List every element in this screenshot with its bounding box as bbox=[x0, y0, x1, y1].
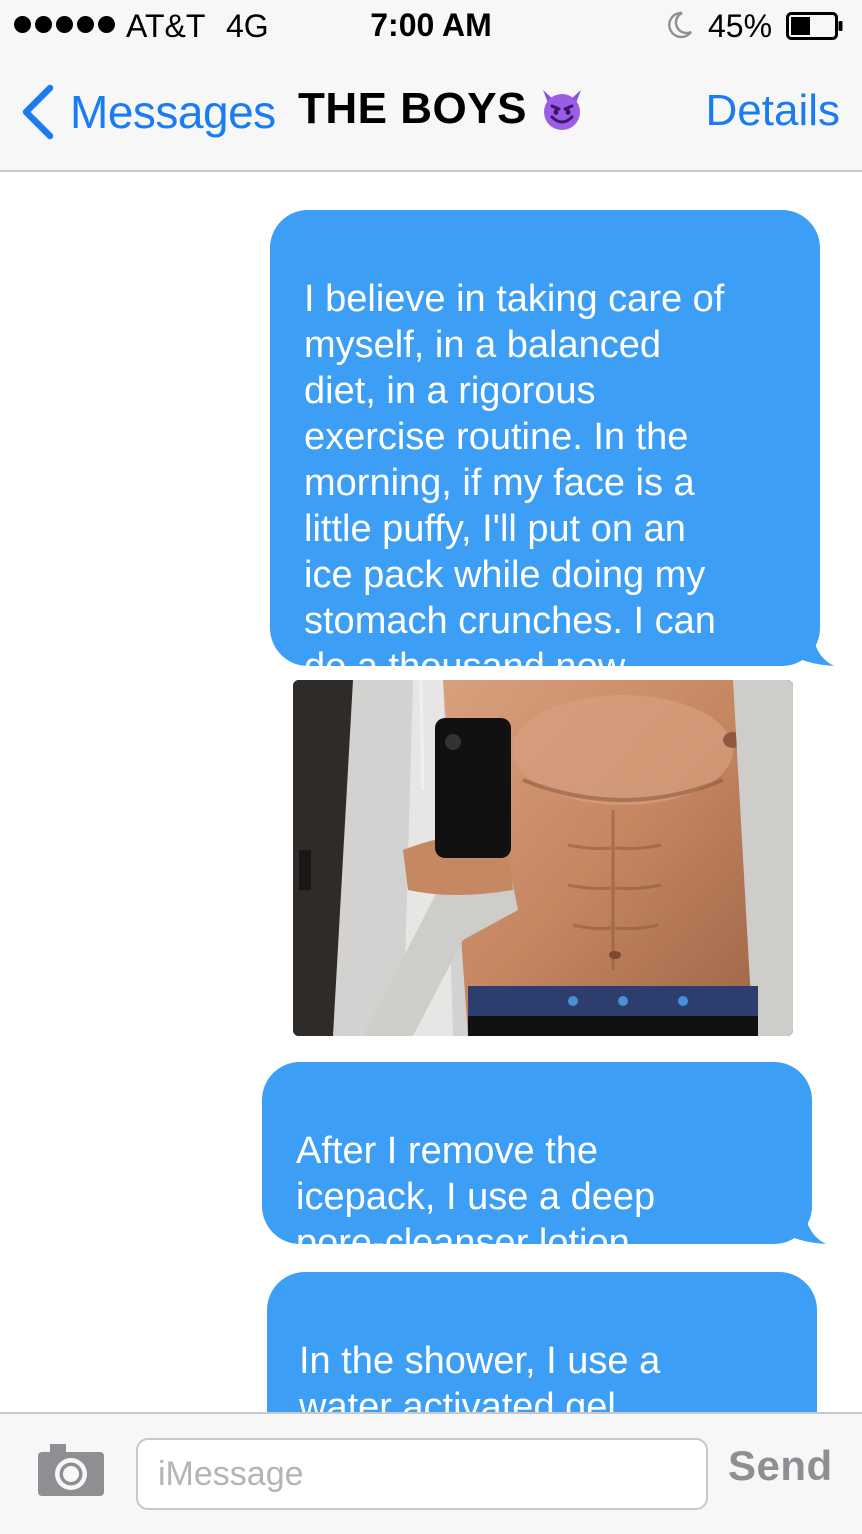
back-label: Messages bbox=[70, 86, 276, 138]
conversation-title[interactable]: THE BOYS bbox=[298, 84, 585, 134]
messages-screen: AT&T 4G 7:00 AM 45% Messages THE BOYS De… bbox=[0, 0, 862, 1534]
message-bubble[interactable]: I believe in taking care of myself, in a… bbox=[270, 210, 834, 688]
details-button[interactable]: Details bbox=[706, 86, 841, 136]
smiling-devil-icon bbox=[542, 90, 581, 130]
conversation-thread[interactable]: I believe in taking care of myself, in a… bbox=[0, 172, 862, 1412]
input-bar: Send bbox=[0, 1412, 862, 1534]
message-bubble[interactable]: In the shower, I use a water activated g… bbox=[267, 1272, 817, 1412]
message-text: In the shower, I use a water activated g… bbox=[299, 1340, 661, 1412]
nav-bar: Messages THE BOYS Details bbox=[0, 52, 862, 172]
chevron-left-icon bbox=[22, 84, 54, 140]
message-input[interactable] bbox=[136, 1438, 708, 1510]
conversation-title-text: THE BOYS bbox=[298, 84, 527, 133]
message-text: After I remove the icepack, I use a deep… bbox=[296, 1130, 656, 1264]
back-button[interactable]: Messages bbox=[18, 80, 276, 144]
camera-icon[interactable] bbox=[36, 1440, 106, 1498]
moon-icon bbox=[668, 11, 692, 39]
send-button[interactable]: Send bbox=[728, 1442, 833, 1490]
mirror-selfie-photo[interactable] bbox=[293, 680, 793, 1036]
bubble-tail bbox=[756, 1218, 826, 1244]
battery-percent: 45% bbox=[708, 8, 773, 44]
photo-image bbox=[293, 680, 793, 1036]
message-bubble[interactable]: After I remove the icepack, I use a deep… bbox=[262, 1062, 826, 1264]
message-text: I believe in taking care of myself, in a… bbox=[304, 278, 725, 688]
status-bar: AT&T 4G 7:00 AM 45% bbox=[0, 0, 862, 52]
battery-icon bbox=[786, 12, 843, 40]
bubble-tail bbox=[764, 640, 834, 666]
